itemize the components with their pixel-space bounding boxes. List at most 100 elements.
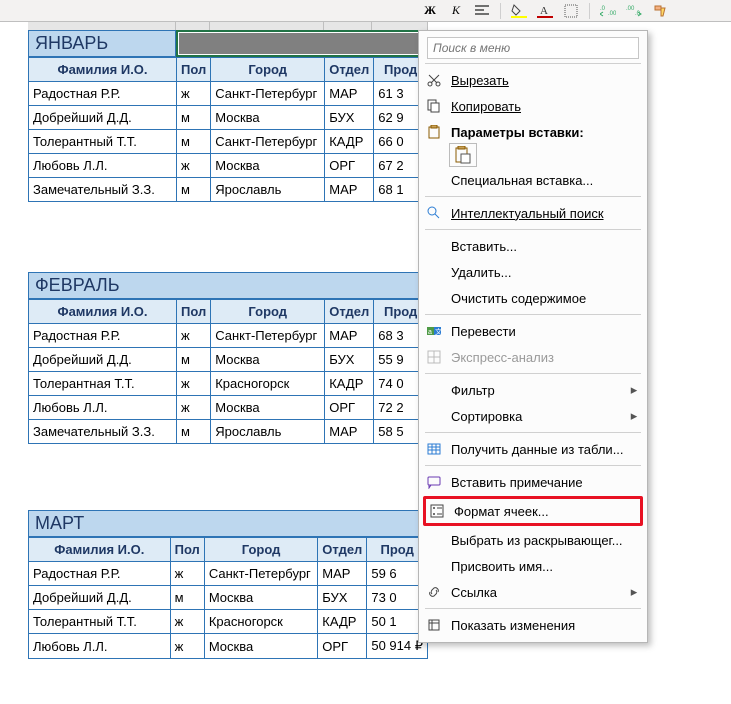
cell-dept[interactable]: ОРГ (325, 396, 374, 420)
cell-sex[interactable]: м (177, 420, 211, 444)
cell-dept[interactable]: БУХ (325, 106, 374, 130)
italic-button[interactable]: К (446, 2, 466, 20)
cell-dept[interactable]: КАДР (325, 130, 374, 154)
cell-city[interactable]: Москва (211, 154, 325, 178)
cell-sex[interactable]: ж (170, 562, 204, 586)
menu-smart-lookup[interactable]: Интеллектуальный поиск (419, 200, 647, 226)
cell-sex[interactable]: м (177, 130, 211, 154)
table-row[interactable]: Замечательный З.З. м Ярославль МАР 58 5 (29, 420, 428, 444)
bold-button[interactable]: Ж (420, 2, 440, 20)
cell-name[interactable]: Толерантный Т.Т. (29, 130, 177, 154)
cell-city[interactable]: Москва (204, 634, 317, 659)
borders-button[interactable] (561, 2, 581, 20)
table-row[interactable]: Замечательный З.З. м Ярославль МАР 68 1 (29, 178, 428, 202)
increase-decimal-button[interactable]: .00.0 (624, 2, 644, 20)
cell-dept[interactable]: МАР (325, 82, 374, 106)
menu-define-name[interactable]: Присвоить имя... (419, 553, 647, 579)
cell-name[interactable]: Радостная Р.Р. (29, 562, 171, 586)
cell-sex[interactable]: ж (177, 154, 211, 178)
cell-dept[interactable]: ОРГ (318, 634, 367, 659)
cell-name[interactable]: Замечательный З.З. (29, 420, 177, 444)
cell-dept[interactable]: МАР (325, 420, 374, 444)
table-row[interactable]: Толерантная Т.Т. ж Красногорск КАДР 74 0 (29, 372, 428, 396)
cell-sex[interactable]: ж (177, 372, 211, 396)
selected-range[interactable] (176, 30, 428, 57)
fill-color-button[interactable] (509, 2, 529, 20)
cell-name[interactable]: Радостная Р.Р. (29, 324, 177, 348)
cell-city[interactable]: Москва (211, 348, 325, 372)
cell-name[interactable]: Любовь Л.Л. (29, 154, 177, 178)
cell-city[interactable]: Москва (211, 106, 325, 130)
cell-city[interactable]: Красногорск (204, 610, 317, 634)
menu-get-data-from-table[interactable]: Получить данные из табли... (419, 436, 647, 462)
cell-city[interactable]: Ярославль (211, 420, 325, 444)
table-row[interactable]: Радостная Р.Р. ж Санкт-Петербург МАР 61 … (29, 82, 428, 106)
menu-show-changes[interactable]: Показать изменения (419, 612, 647, 638)
table-row[interactable]: Добрейший Д.Д. м Москва БУХ 73 0 (29, 586, 428, 610)
cell-name[interactable]: Добрейший Д.Д. (29, 348, 177, 372)
table-row[interactable]: Добрейший Д.Д. м Москва БУХ 55 9 (29, 348, 428, 372)
cell-dept[interactable]: МАР (325, 324, 374, 348)
table-row[interactable]: Любовь Л.Л. ж Москва ОРГ 72 2 (29, 396, 428, 420)
menu-pick-from-list[interactable]: Выбрать из раскрывающег... (419, 527, 647, 553)
menu-insert[interactable]: Вставить... (419, 233, 647, 259)
cell-dept[interactable]: КАДР (318, 610, 367, 634)
cell-city[interactable]: Санкт-Петербург (211, 324, 325, 348)
menu-format-cells[interactable]: Формат ячеек... (423, 496, 643, 526)
cell-city[interactable]: Санкт-Петербург (211, 130, 325, 154)
table-row[interactable]: Радостная Р.Р. ж Санкт-Петербург МАР 68 … (29, 324, 428, 348)
cell-dept[interactable]: МАР (325, 178, 374, 202)
menu-filter[interactable]: Фильтр ▸ (419, 377, 647, 403)
cell-dept[interactable]: КАДР (325, 372, 374, 396)
decrease-decimal-button[interactable]: .0.00 (598, 2, 618, 20)
cell-sex[interactable]: м (177, 178, 211, 202)
cell-sex[interactable]: м (177, 106, 211, 130)
cell-sex[interactable]: ж (170, 634, 204, 659)
paste-option-default[interactable] (449, 143, 477, 167)
cell-name[interactable]: Добрейший Д.Д. (29, 106, 177, 130)
menu-clear-contents[interactable]: Очистить содержимое (419, 285, 647, 311)
cell-city[interactable]: Санкт-Петербург (204, 562, 317, 586)
cell-city[interactable]: Москва (211, 396, 325, 420)
table-row[interactable]: Любовь Л.Л. ж Москва ОРГ 50 914 ₽ (29, 634, 428, 659)
cell-sex[interactable]: м (170, 586, 204, 610)
align-button[interactable] (472, 2, 492, 20)
cell-sex[interactable]: ж (177, 82, 211, 106)
format-painter-button[interactable] (650, 2, 670, 20)
menu-search-input[interactable] (427, 37, 639, 59)
menu-sort[interactable]: Сортировка ▸ (419, 403, 647, 429)
cell-name[interactable]: Радостная Р.Р. (29, 82, 177, 106)
cell-dept[interactable]: БУХ (318, 586, 367, 610)
cell-name[interactable]: Замечательный З.З. (29, 178, 177, 202)
cell-city[interactable]: Ярославль (211, 178, 325, 202)
cell-city[interactable]: Санкт-Петербург (211, 82, 325, 106)
cell-sex[interactable]: ж (170, 610, 204, 634)
menu-cut[interactable]: Вырезать (419, 67, 647, 93)
cell-dept[interactable]: МАР (318, 562, 367, 586)
cell-sex[interactable]: ж (177, 396, 211, 420)
menu-insert-comment[interactable]: Вставить примечание (419, 469, 647, 495)
cell-dept[interactable]: БУХ (325, 348, 374, 372)
cell-name[interactable]: Любовь Л.Л. (29, 634, 171, 659)
cell-name[interactable]: Любовь Л.Л. (29, 396, 177, 420)
svg-text:文: 文 (435, 327, 441, 336)
table-row[interactable]: Толерантный Т.Т. м Санкт-Петербург КАДР … (29, 130, 428, 154)
menu-copy[interactable]: Копировать (419, 93, 647, 119)
cell-dept[interactable]: ОРГ (325, 154, 374, 178)
cell-sex[interactable]: м (177, 348, 211, 372)
cell-name[interactable]: Толерантная Т.Т. (29, 372, 177, 396)
cell-name[interactable]: Добрейший Д.Д. (29, 586, 171, 610)
menu-translate[interactable]: a文 Перевести (419, 318, 647, 344)
cell-city[interactable]: Красногорск (211, 372, 325, 396)
menu-paste-special[interactable]: Специальная вставка... (419, 167, 647, 193)
menu-link[interactable]: Ссылка ▸ (419, 579, 647, 605)
cell-sex[interactable]: ж (177, 324, 211, 348)
font-color-button[interactable]: А (535, 2, 555, 20)
table-row[interactable]: Радостная Р.Р. ж Санкт-Петербург МАР 59 … (29, 562, 428, 586)
menu-delete[interactable]: Удалить... (419, 259, 647, 285)
table-row[interactable]: Добрейший Д.Д. м Москва БУХ 62 9 (29, 106, 428, 130)
cell-city[interactable]: Москва (204, 586, 317, 610)
table-row[interactable]: Любовь Л.Л. ж Москва ОРГ 67 2 (29, 154, 428, 178)
cell-name[interactable]: Толерантный Т.Т. (29, 610, 171, 634)
table-row[interactable]: Толерантный Т.Т. ж Красногорск КАДР 50 1 (29, 610, 428, 634)
